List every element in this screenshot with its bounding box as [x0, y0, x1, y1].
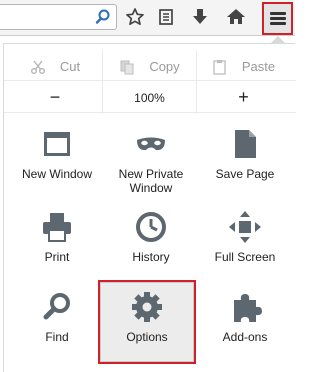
zoom-in-button[interactable]: + [196, 81, 290, 114]
cut-button[interactable]: Cut [8, 50, 102, 83]
save-page-button[interactable]: Save Page [198, 121, 292, 199]
clipboard-icon [212, 59, 228, 75]
paste-button[interactable]: Paste [196, 50, 290, 83]
options-label: Options [126, 330, 168, 344]
save-page-label: Save Page [215, 167, 275, 181]
puzzle-icon [228, 290, 262, 324]
copy-label: Copy [149, 59, 180, 74]
magnifier-icon [40, 290, 74, 324]
fullscreen-icon [228, 210, 262, 244]
star-icon[interactable] [124, 6, 146, 28]
new-window-icon [40, 127, 74, 161]
new-window-button[interactable]: New Window [10, 121, 104, 199]
copy-button[interactable]: Copy [102, 50, 196, 83]
menu-panel: Cut Copy Paste − 100% + New Window New P… [3, 43, 296, 372]
add-ons-label: Add-ons [222, 330, 268, 344]
new-private-window-label: New Private Window [118, 167, 184, 195]
edit-controls: Cut Copy Paste [4, 50, 296, 83]
full-screen-button[interactable]: Full Screen [198, 204, 292, 282]
printer-icon [40, 210, 74, 244]
download-icon[interactable] [189, 6, 211, 28]
cut-label: Cut [59, 59, 81, 74]
find-button[interactable]: Find [10, 284, 104, 362]
zoom-out-button[interactable]: − [8, 81, 102, 114]
save-page-icon [228, 127, 262, 161]
scissors-icon [30, 59, 46, 75]
print-button[interactable]: Print [10, 204, 104, 282]
private-mask-icon [134, 127, 168, 161]
search-icon[interactable] [94, 8, 112, 26]
home-icon[interactable] [225, 6, 247, 28]
navigation-toolbar [0, 0, 295, 36]
find-label: Find [45, 330, 69, 344]
print-label: Print [44, 250, 70, 264]
copy-icon [119, 59, 135, 75]
paste-label: Paste [241, 59, 276, 74]
gear-icon [130, 290, 164, 324]
zoom-reset-button[interactable]: 100% [102, 81, 196, 114]
history-button[interactable]: History [104, 204, 198, 282]
zoom-controls: − 100% + [4, 80, 296, 114]
new-window-label: New Window [21, 167, 93, 181]
options-button[interactable]: Options [98, 280, 196, 364]
clock-icon [134, 210, 168, 244]
open-menu-button[interactable] [262, 2, 293, 35]
hamburger-menu-icon [270, 12, 286, 26]
bookmarks-menu-icon[interactable] [155, 6, 177, 28]
search-input[interactable] [0, 4, 117, 30]
new-private-window-button[interactable]: New Private Window [104, 121, 198, 199]
history-label: History [132, 250, 170, 264]
add-ons-button[interactable]: Add-ons [198, 284, 292, 362]
full-screen-label: Full Screen [214, 250, 276, 264]
